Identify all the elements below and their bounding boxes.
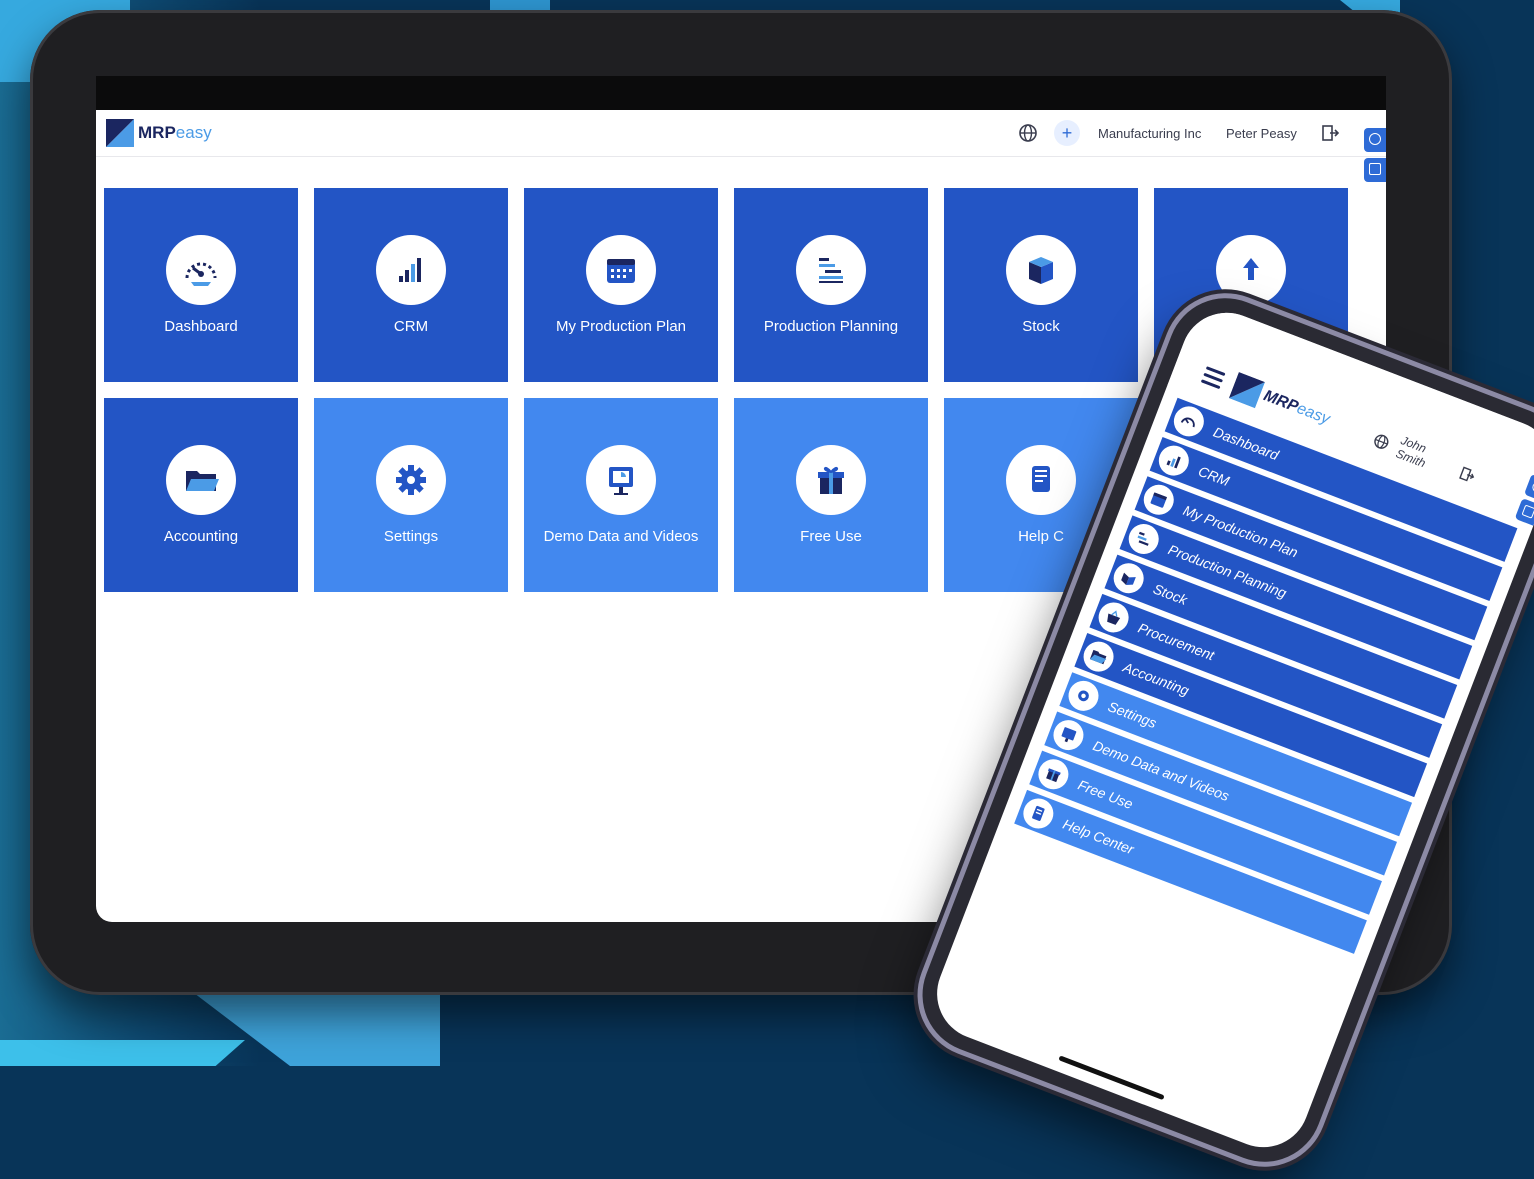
box-icon — [1121, 572, 1136, 585]
menu-item-label: Settings — [1105, 698, 1159, 732]
tablet-bezel — [96, 76, 1386, 112]
user-name[interactable]: John Smith — [1394, 433, 1445, 475]
company-name[interactable]: Manufacturing Inc — [1098, 126, 1201, 141]
gift-icon — [1046, 768, 1061, 783]
tile-label: Free Use — [800, 528, 862, 545]
tile-label: Settings — [383, 528, 439, 545]
tile-demo-data-and-videos[interactable]: Demo Data and Videos — [524, 398, 718, 592]
menu-item-label: Free Use — [1075, 776, 1136, 813]
bar-chart-icon — [399, 258, 421, 282]
globe-icon[interactable] — [1018, 123, 1038, 143]
document-icon — [1032, 466, 1050, 492]
planning-icon — [1137, 531, 1149, 546]
tile-free-use[interactable]: Free Use — [734, 398, 928, 592]
calendar-icon — [1150, 492, 1168, 508]
side-tab-info-icon[interactable] — [1364, 128, 1386, 152]
hamburger-menu-icon[interactable] — [1200, 366, 1226, 390]
menu-item-label: Stock — [1151, 580, 1190, 608]
tile-crm[interactable]: CRM — [314, 188, 508, 382]
tile-label: Dashboard — [164, 318, 238, 335]
bar-chart-icon — [1166, 456, 1181, 469]
menu-item-label: CRM — [1196, 462, 1232, 490]
tile-settings[interactable]: Settings — [314, 398, 508, 592]
presentation-icon — [609, 467, 633, 495]
logout-icon[interactable] — [1320, 123, 1340, 143]
tile-label: Stock — [1022, 318, 1060, 335]
upload-icon — [1243, 258, 1259, 280]
document-icon — [1032, 805, 1045, 822]
plus-icon[interactable]: + — [1054, 120, 1080, 146]
planning-icon — [819, 258, 843, 283]
app-logo[interactable]: MRPeasy — [1261, 387, 1332, 429]
tile-label: CRM — [393, 318, 429, 335]
basket-icon — [1107, 610, 1121, 625]
dashboard-gauge-icon — [1180, 417, 1195, 428]
tile-production-planning[interactable]: Production Planning — [734, 188, 928, 382]
box-icon — [1029, 257, 1053, 284]
tile-dashboard[interactable]: Dashboard — [104, 188, 298, 382]
user-name[interactable]: Peter Peasy — [1226, 126, 1297, 141]
tile-accounting[interactable]: Accounting — [104, 398, 298, 592]
side-tab-check-icon[interactable] — [1364, 158, 1386, 182]
tile-label: Accounting — [163, 528, 239, 545]
gear-icon — [1078, 690, 1089, 702]
presentation-icon — [1061, 727, 1077, 743]
tile-label: My Production Plan — [555, 318, 687, 335]
tile-stock[interactable]: Stock — [944, 188, 1138, 382]
tile-label: Demo Data and Videos — [543, 528, 699, 545]
tile-my-production-plan[interactable]: My Production Plan — [524, 188, 718, 382]
background-strip — [0, 1040, 245, 1066]
globe-icon[interactable] — [1371, 431, 1392, 452]
menu-item-label: Dashboard — [1211, 423, 1281, 464]
mrpeasy-logo-icon[interactable] — [106, 119, 134, 147]
gear-icon — [396, 465, 426, 495]
app-logo[interactable]: MRPeasy — [138, 123, 212, 143]
top-bar: MRPeasy + Manufacturing Inc Peter Peasy — [96, 110, 1386, 157]
tile-label: Production Planning — [763, 318, 899, 335]
calendar-icon — [607, 259, 635, 283]
folder-icon — [1089, 649, 1107, 665]
gift-icon — [818, 466, 844, 494]
menu-item-label: Help Center — [1060, 815, 1137, 858]
folder-icon — [186, 471, 219, 491]
menu-item-label: Accounting — [1120, 658, 1192, 699]
logout-icon[interactable] — [1457, 464, 1478, 485]
dashboard-gauge-icon — [185, 262, 217, 286]
mrpeasy-logo-icon[interactable] — [1228, 372, 1266, 409]
